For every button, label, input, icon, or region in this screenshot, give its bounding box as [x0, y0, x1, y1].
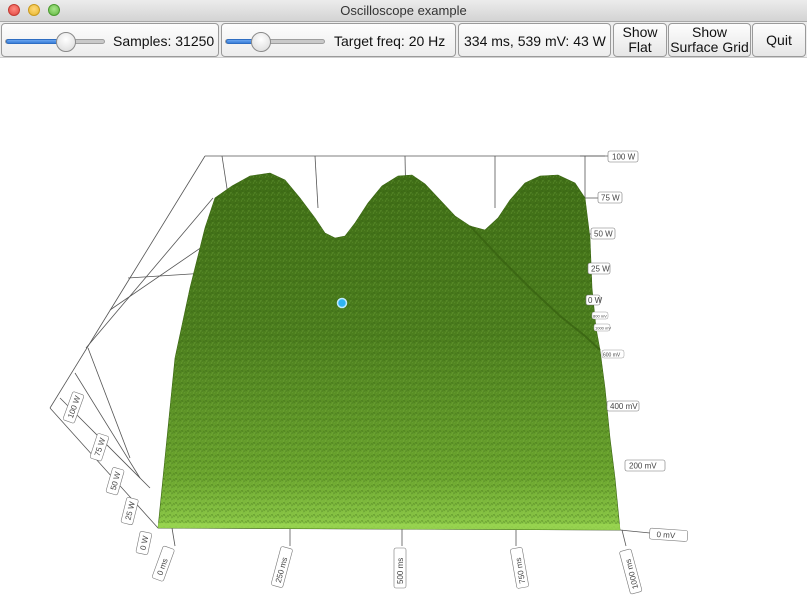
- show-grid-line2: Surface Grid: [670, 39, 749, 55]
- voltage-label: 0 mV: [656, 530, 676, 540]
- freq-slider[interactable]: [225, 32, 325, 52]
- time-label: 500 ms: [396, 558, 405, 584]
- samples-label: Samples: 31250: [113, 33, 215, 49]
- window-titlebar[interactable]: Oscilloscope example: [0, 0, 807, 22]
- power-axis-right: 100 W 75 W 50 W 25 W 0 W: [585, 150, 639, 306]
- surface-front-edge: [158, 523, 620, 530]
- power-label-right: 100 W: [612, 153, 636, 162]
- freq-slider-knob[interactable]: [251, 32, 271, 52]
- power-axis-left: 100 W 75 W 50 W 25 W 0 W: [63, 391, 152, 555]
- voltage-label: 1000 mV: [595, 326, 611, 331]
- quit-button[interactable]: Quit: [752, 23, 806, 57]
- surface-graph-svg[interactable]: 100 W 75 W 50 W 25 W 0 W 0 mV 200 mV 400…: [0, 58, 807, 600]
- selection-point[interactable]: [336, 297, 348, 309]
- surface-texture: [158, 173, 620, 530]
- show-surface-grid-button[interactable]: Show Surface Grid: [668, 23, 751, 57]
- surface-graph-view[interactable]: 100 W 75 W 50 W 25 W 0 W 0 mV 200 mV 400…: [0, 58, 807, 600]
- window-title: Oscilloscope example: [340, 3, 467, 18]
- power-label-right: 25 W: [591, 265, 610, 274]
- voltage-label: 400 mV: [610, 402, 638, 411]
- show-flat-button[interactable]: Show Flat: [613, 23, 667, 57]
- power-label-right: 0 W: [588, 296, 603, 305]
- toolbar: Samples: 31250 Target freq: 20 Hz 334 ms…: [0, 22, 807, 58]
- samples-control: Samples: 31250: [1, 23, 219, 57]
- power-label-right: 75 W: [601, 194, 620, 203]
- show-flat-line2: Flat: [628, 39, 652, 55]
- voltage-label: 600 mV: [603, 353, 621, 359]
- samples-slider[interactable]: [5, 32, 105, 52]
- selection-readout: 334 ms, 539 mV: 43 W: [464, 33, 606, 49]
- show-flat-line1: Show: [622, 24, 658, 40]
- freq-control: Target freq: 20 Hz: [221, 23, 456, 57]
- voltage-label: 800 mV: [593, 314, 607, 319]
- freq-label: Target freq: 20 Hz: [334, 33, 446, 49]
- voltage-label: 200 mV: [629, 462, 657, 471]
- show-grid-line1: Show: [691, 24, 728, 40]
- power-label-right: 50 W: [594, 230, 613, 239]
- time-axis: 0 ms 250 ms 500 ms 750 ms 1000 ms: [152, 545, 643, 595]
- readout-box: 334 ms, 539 mV: 43 W: [458, 23, 611, 57]
- quit-label: Quit: [766, 31, 792, 48]
- samples-slider-knob[interactable]: [56, 32, 76, 52]
